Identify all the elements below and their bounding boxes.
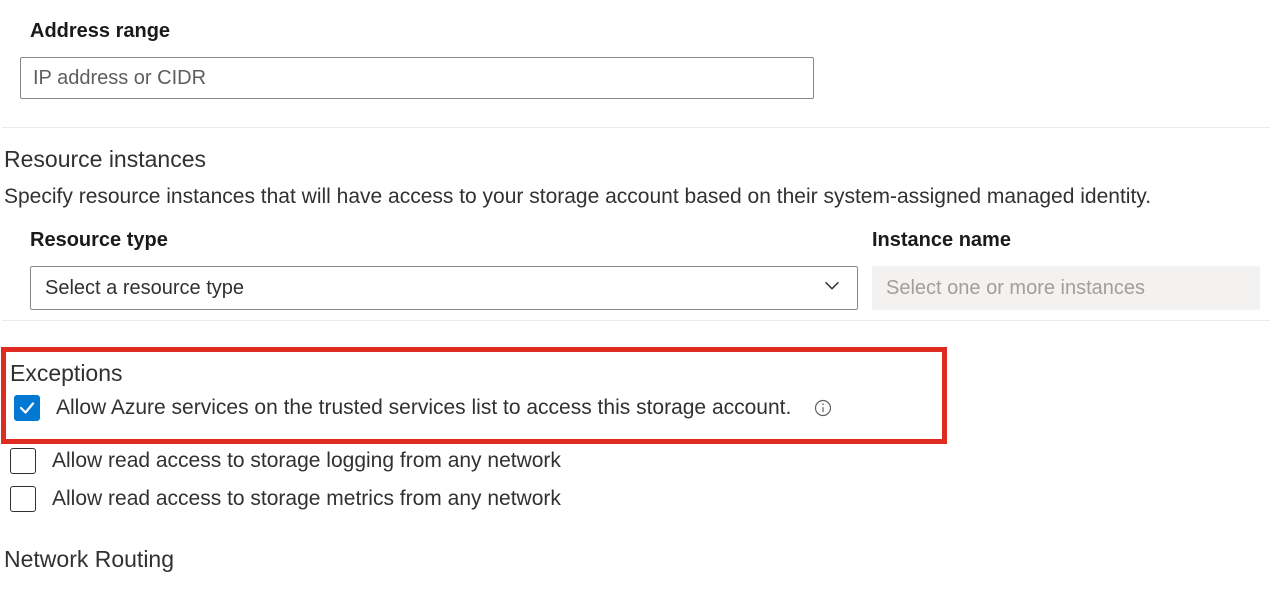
instance-name-label: Instance name	[872, 229, 1260, 266]
exception-checkbox-metrics[interactable]	[10, 486, 36, 512]
exception-label: Allow Azure services on the trusted serv…	[56, 396, 791, 420]
exception-row-logging: Allow read access to storage logging fro…	[2, 444, 1270, 478]
exception-checkbox-logging[interactable]	[10, 448, 36, 474]
instance-name-dropdown[interactable]: Select one or more instances	[872, 266, 1260, 310]
exceptions-highlight: Exceptions Allow Azure services on the t…	[1, 347, 947, 444]
instance-name-placeholder: Select one or more instances	[886, 277, 1145, 300]
info-icon[interactable]	[813, 398, 833, 418]
network-routing-heading: Network Routing	[2, 516, 1270, 573]
resource-instances-description: Specify resource instances that will hav…	[2, 177, 1270, 217]
exception-checkbox-trusted-services[interactable]	[14, 395, 40, 421]
exception-row-metrics: Allow read access to storage metrics fro…	[2, 478, 1270, 516]
exception-label: Allow read access to storage logging fro…	[52, 449, 561, 473]
chevron-down-icon	[821, 274, 843, 302]
resource-type-dropdown[interactable]: Select a resource type	[30, 266, 858, 310]
address-range-input[interactable]	[20, 57, 814, 99]
resource-type-placeholder: Select a resource type	[45, 277, 244, 300]
resource-type-label: Resource type	[30, 229, 848, 266]
resource-instances-heading: Resource instances	[2, 128, 1270, 177]
exception-row-trusted-services: Allow Azure services on the trusted serv…	[6, 391, 942, 425]
exceptions-heading: Exceptions	[6, 356, 942, 391]
address-range-label: Address range	[2, 0, 1270, 51]
exception-label: Allow read access to storage metrics fro…	[52, 487, 561, 511]
